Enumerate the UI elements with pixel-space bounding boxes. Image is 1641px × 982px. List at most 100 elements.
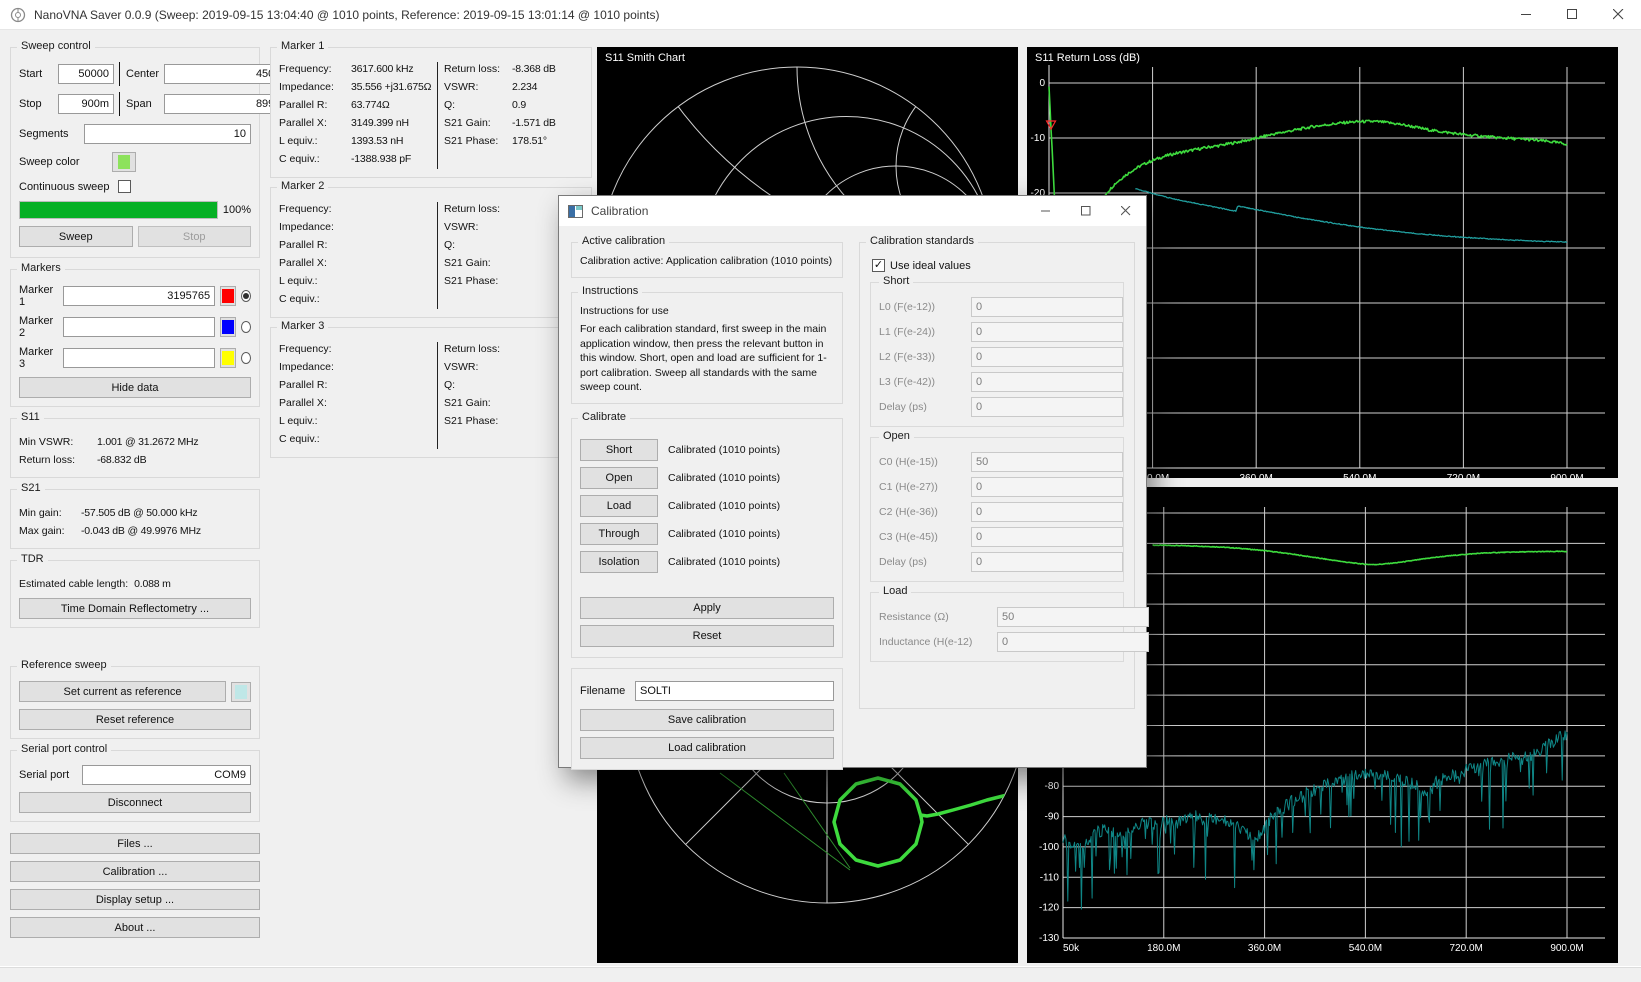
close-icon [1613,9,1624,20]
svg-text:-100: -100 [1039,842,1059,853]
l0-input[interactable] [971,297,1123,317]
reference-color-swatch[interactable] [231,682,251,702]
c2-input[interactable] [971,502,1123,522]
open-status: Calibrated (1010 points) [668,472,780,484]
through-button[interactable]: Through [580,523,658,545]
field-label: C equiv.: [279,430,351,448]
start-label: Start [19,68,53,80]
hide-data-button[interactable]: Hide data [19,377,251,398]
filename-input[interactable] [635,681,834,701]
calibration-dialog-titlebar[interactable]: Calibration [559,196,1146,226]
l2-input[interactable] [971,347,1123,367]
save-calibration-button[interactable]: Save calibration [580,709,834,731]
s11-return-loss-value: -68.832 dB [97,451,146,469]
l3-input[interactable] [971,372,1123,392]
calibrate-legend: Calibrate [578,411,630,423]
field-label: VSWR: [444,358,512,376]
field-label: Q: [444,376,512,394]
field-label: S21 Phase: [444,132,512,150]
field-label: C equiv.: [279,290,351,308]
tdr-button[interactable]: Time Domain Reflectometry ... [19,598,251,619]
field-label: S21 Phase: [444,412,512,430]
short-legend: Short [879,275,913,287]
isolation-button[interactable]: Isolation [580,551,658,573]
reset-reference-button[interactable]: Reset reference [19,709,251,730]
sweep-button[interactable]: Sweep [19,226,133,247]
min-gain-label: Min gain: [19,504,81,522]
l1-input[interactable] [971,322,1123,342]
field-value: -8.368 dB [512,60,556,78]
marker2-input[interactable] [63,317,215,337]
c3-input[interactable] [971,527,1123,547]
standards-open-group: Open C0 (H(e-15)) C1 (H(e-27)) C2 (H(e-3… [870,437,1124,582]
maximize-button[interactable] [1549,0,1595,30]
resistance-label: Resistance (Ω) [879,611,997,623]
short-button[interactable]: Short [580,439,658,461]
continuous-sweep-label: Continuous sweep [19,181,113,193]
c1-input[interactable] [971,477,1123,497]
reference-color-fill [235,685,247,699]
minimize-button[interactable] [1503,0,1549,30]
field-label: C equiv.: [279,150,351,168]
marker2-color-swatch[interactable] [220,317,236,337]
open-delay-input[interactable] [971,552,1123,572]
marker3-color-swatch[interactable] [220,348,236,368]
set-reference-button[interactable]: Set current as reference [19,681,226,702]
dialog-title: Calibration [591,204,648,218]
inductance-input[interactable] [997,632,1149,652]
serial-port-input[interactable] [82,765,251,785]
dialog-maximize-button[interactable] [1066,196,1106,226]
files-button[interactable]: Files ... [10,833,260,854]
marker1-radio[interactable] [241,290,251,302]
app-titlebar[interactable]: NanoVNA Saver 0.0.9 (Sweep: 2019-09-15 1… [0,0,1641,30]
calibration-active-label: Calibration active: [580,255,663,267]
marker1-input[interactable] [63,286,215,306]
apply-button[interactable]: Apply [580,597,834,619]
load-button[interactable]: Load [580,495,658,517]
calibration-standards-column: Calibration standards ✓ Use ideal values… [859,242,1135,709]
about-button[interactable]: About ... [10,917,260,938]
marker1-color-swatch[interactable] [220,286,236,306]
segments-input[interactable] [84,124,251,144]
marker2-radio[interactable] [241,321,251,333]
marker3-radio[interactable] [241,352,251,364]
open-legend: Open [879,430,914,442]
instructions-group: Instructions Instructions for use For ea… [571,292,843,404]
load-calibration-button[interactable]: Load calibration [580,737,834,759]
field-label: VSWR: [444,78,512,96]
stop-input[interactable] [58,94,114,114]
field-label: Parallel X: [279,394,351,412]
calibration-button[interactable]: Calibration ... [10,861,260,882]
calibration-dialog: Calibration Active calibration Calibrati… [558,195,1147,768]
s11-legend: S11 [17,411,44,423]
disconnect-button[interactable]: Disconnect [19,792,251,813]
dialog-minimize-button[interactable] [1026,196,1066,226]
serial-port-group: Serial port control Serial port Disconne… [10,750,260,822]
cable-length-label: Estimated cable length: [19,575,128,593]
continuous-sweep-checkbox[interactable] [118,180,131,193]
dialog-close-button[interactable] [1106,196,1146,226]
marker3-input[interactable] [63,348,215,368]
short-status: Calibrated (1010 points) [668,444,780,456]
display-setup-button[interactable]: Display setup ... [10,889,260,910]
short-delay-input[interactable] [971,397,1123,417]
resistance-input[interactable] [997,607,1149,627]
app-logo-icon [10,7,26,23]
start-input[interactable] [58,64,114,84]
field-label: Return loss: [444,340,512,358]
c0-input[interactable] [971,452,1123,472]
reset-button[interactable]: Reset [580,625,834,647]
through-status: Calibrated (1010 points) [668,528,780,540]
s11-group: S11 Min VSWR:1.001 @ 31.2672 MHz Return … [10,418,260,478]
tdr-group: TDR Estimated cable length:0.088 m Time … [10,560,260,628]
close-button[interactable] [1595,0,1641,30]
stop-button[interactable]: Stop [138,226,252,247]
sweep-color-swatch[interactable] [112,152,136,172]
field-value: 63.774Ω [351,96,390,114]
minimize-icon [1041,206,1051,216]
use-ideal-values-checkbox[interactable]: ✓ [872,259,885,272]
load-status: Calibrated (1010 points) [668,500,780,512]
marker1-label: Marker 1 [19,284,58,308]
open-button[interactable]: Open [580,467,658,489]
min-vswr-value: 1.001 @ 31.2672 MHz [97,433,198,451]
